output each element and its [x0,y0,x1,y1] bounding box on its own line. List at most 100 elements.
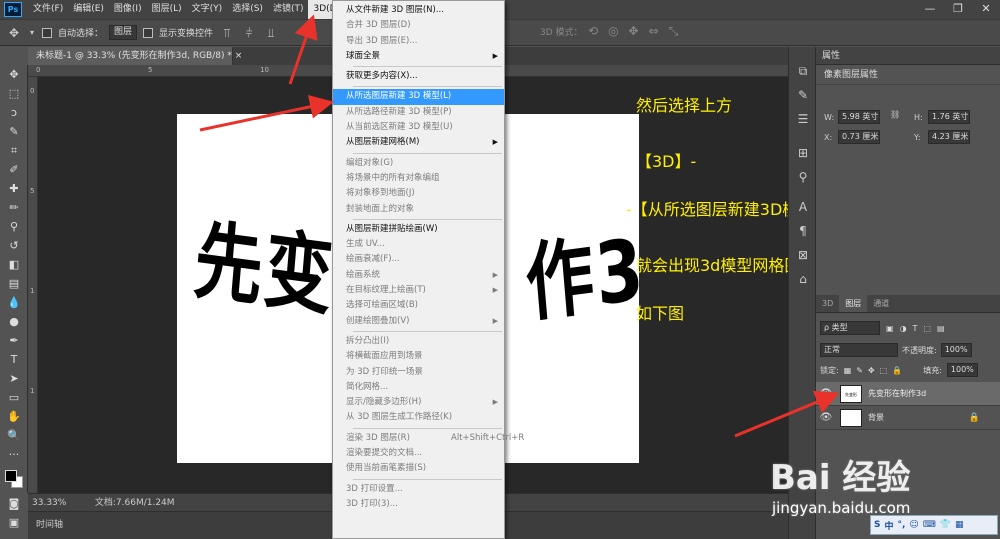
3d-scale-icon[interactable]: ⤡ [669,24,679,39]
menu-item-3d[interactable]: 获取更多内容(X)... [333,69,504,84]
menu-item-3d[interactable]: 封装地面上的对象 [333,202,504,217]
layer-row[interactable]: 👁 先变形 先变形在制作3d [816,382,1000,406]
3d-slide-icon[interactable]: ⇔ [649,24,659,39]
menu-item-3d[interactable]: 将横截面应用到场景 [333,349,504,364]
marquee-tool-icon[interactable]: ⬚ [0,84,28,103]
crop-tool-icon[interactable]: ⌗ [0,141,28,160]
menu-item-3d[interactable]: 绘画系统 ▶ [333,268,504,283]
move-tool-icon[interactable]: ✥ [0,65,28,84]
lock-all-icon[interactable]: 🔒 [892,366,902,375]
layer-filter-dropdown[interactable]: ρ 类型 [820,321,880,335]
foreground-color-swatch[interactable] [5,470,17,482]
3d-panel-icon[interactable]: ⊠ [789,243,817,267]
menu-item-3d[interactable]: 从所选路径新建 3D 模型(P) [333,105,504,120]
menu-item-3d[interactable]: 3D 打印设置... [333,482,504,497]
history-brush-tool-icon[interactable]: ↺ [0,236,28,255]
link-icon[interactable]: ⛓ [890,110,900,119]
layer-row[interactable]: 👁 背景 🔒 [816,406,1000,430]
menu-item-3d[interactable]: 渲染 3D 图层(R) Alt+Shift+Ctrl+R [333,431,524,446]
menu-item-3d[interactable]: 渲染要提交的文档... [333,446,504,461]
tab-layers[interactable]: 图层 [839,295,868,312]
lasso-tool-icon[interactable]: ↄ [0,103,28,122]
shape-tool-icon[interactable]: ▭ [0,388,28,407]
chevron-down-icon[interactable]: ▾ [28,25,36,41]
3d-pan-icon[interactable]: ✥ [629,24,639,39]
menu-item-3d[interactable]: 编组对象(G) [333,156,504,171]
ime-punct-toggle[interactable]: °, [898,520,906,530]
zoom-tool-icon[interactable]: 🔍 [0,426,28,445]
zoom-level[interactable]: 33.33% [32,494,92,512]
menu-select[interactable]: 选择(S) [227,0,268,19]
menu-image[interactable]: 图像(I) [109,0,147,19]
menu-item-3d[interactable]: 导出 3D 图层(E)... [333,34,504,49]
screen-mode-icon[interactable]: ▣ [0,513,28,532]
eyedropper-tool-icon[interactable]: ✐ [0,160,28,179]
menu-item-3d[interactable]: 简化网格... [333,380,504,395]
brush-panel-icon[interactable]: ✎ [789,83,817,107]
menu-file[interactable]: 文件(F) [28,0,68,19]
filter-pixel-icon[interactable]: ▣ [886,324,894,333]
menu-item-3d[interactable]: 从 3D 图层生成工作路径(K) [333,410,504,425]
menu-item-3d[interactable]: 绘画衰减(F)... [333,252,504,267]
menu-type[interactable]: 文字(Y) [187,0,228,19]
menu-item-3d[interactable]: 合并 3D 图层(D) [333,18,504,33]
width-field[interactable]: 5.98 英寸 [838,110,880,124]
lock-position-icon[interactable]: ✥ [868,366,875,375]
type-tool-icon[interactable]: T [0,350,28,369]
brush-tool-icon[interactable]: ✏ [0,198,28,217]
gradient-tool-icon[interactable]: ▤ [0,274,28,293]
menu-item-3d[interactable]: 生成 UV... [333,237,504,252]
height-field[interactable]: 1.76 英寸 [928,110,970,124]
opacity-field[interactable]: 100% [940,343,972,357]
restore-button[interactable]: ❐ [944,0,972,19]
menu-item-3d[interactable]: 将场景中的所有对象编组 [333,171,504,186]
history-icon[interactable]: ⧉ [789,59,817,83]
hand-tool-icon[interactable]: ✋ [0,407,28,426]
menu-item-3d[interactable]: 从图层新建拼贴绘画(W) [333,222,504,237]
align-middle-icon[interactable]: ⫩ [241,25,257,41]
move-tool-icon[interactable]: ✥ [6,25,22,41]
menu-item-3d[interactable]: 球面全景 ▶ [333,49,504,64]
pen-tool-icon[interactable]: ✒ [0,331,28,350]
menu-filter[interactable]: 滤镜(T) [268,0,309,19]
clone-source-icon[interactable]: ⚲ [789,165,817,189]
menu-layer[interactable]: 图层(L) [147,0,187,19]
fill-field[interactable]: 100% [946,363,978,377]
paragraph-icon[interactable]: ¶ [789,219,817,243]
ime-emoji-icon[interactable]: ☺ [909,520,918,530]
lock-pixels-icon[interactable]: ▦ [844,366,852,375]
eraser-tool-icon[interactable]: ◧ [0,255,28,274]
menu-edit[interactable]: 编辑(E) [68,0,109,19]
y-field[interactable]: 4.23 厘米 [928,130,970,144]
tool-presets-icon[interactable]: ⌂ [789,267,817,291]
menu-item-3d[interactable]: 拆分凸出(I) [333,334,504,349]
document-tab[interactable]: 未标题-1 @ 33.3% (先变形在制作3d, RGB/8) * × [28,47,242,65]
ime-skin-icon[interactable]: 👕 [940,520,951,530]
close-button[interactable]: ✕ [972,0,1000,19]
menu-item-3d[interactable]: 从所选图层新建 3D 模型(L) [333,89,504,105]
healing-brush-tool-icon[interactable]: ✚ [0,179,28,198]
auto-select-dropdown[interactable]: 图层 [109,25,138,40]
align-top-icon[interactable]: ⫪ [219,25,235,41]
3d-roll-icon[interactable]: ◎ [608,24,618,39]
filter-type-icon[interactable]: T [913,324,918,333]
menu-item-3d[interactable]: 从图层新建网格(M) ▶ [333,135,504,150]
menu-item-3d[interactable]: 从文件新建 3D 图层(N)... [333,3,504,18]
layer-name[interactable]: 先变形在制作3d [868,388,926,399]
align-bottom-icon[interactable]: ⫫ [263,25,279,41]
menu-item-3d[interactable]: 使用当前画笔素描(S) [333,461,504,476]
ime-chinese-toggle[interactable]: 中 [884,519,893,532]
ime-keyboard-icon[interactable]: ⌨ [923,520,936,530]
more-tools-icon[interactable]: ··· [0,445,28,464]
menu-item-3d[interactable]: 为 3D 打印统一场景 [333,365,504,380]
timeline-tab[interactable]: 时间轴 [36,517,63,530]
clone-stamp-tool-icon[interactable]: ⚲ [0,217,28,236]
show-transform-checkbox[interactable] [143,27,154,38]
filter-smart-icon[interactable]: ▤ [937,324,945,333]
menu-item-3d[interactable]: 选择可绘画区域(B) [333,298,504,313]
filter-adjust-icon[interactable]: ◑ [900,324,907,333]
tab-channels[interactable]: 通道 [867,295,895,312]
minimize-button[interactable]: — [916,0,944,19]
quick-mask-icon[interactable]: ◙ [0,494,28,513]
libraries-icon[interactable]: ⊞ [789,141,817,165]
